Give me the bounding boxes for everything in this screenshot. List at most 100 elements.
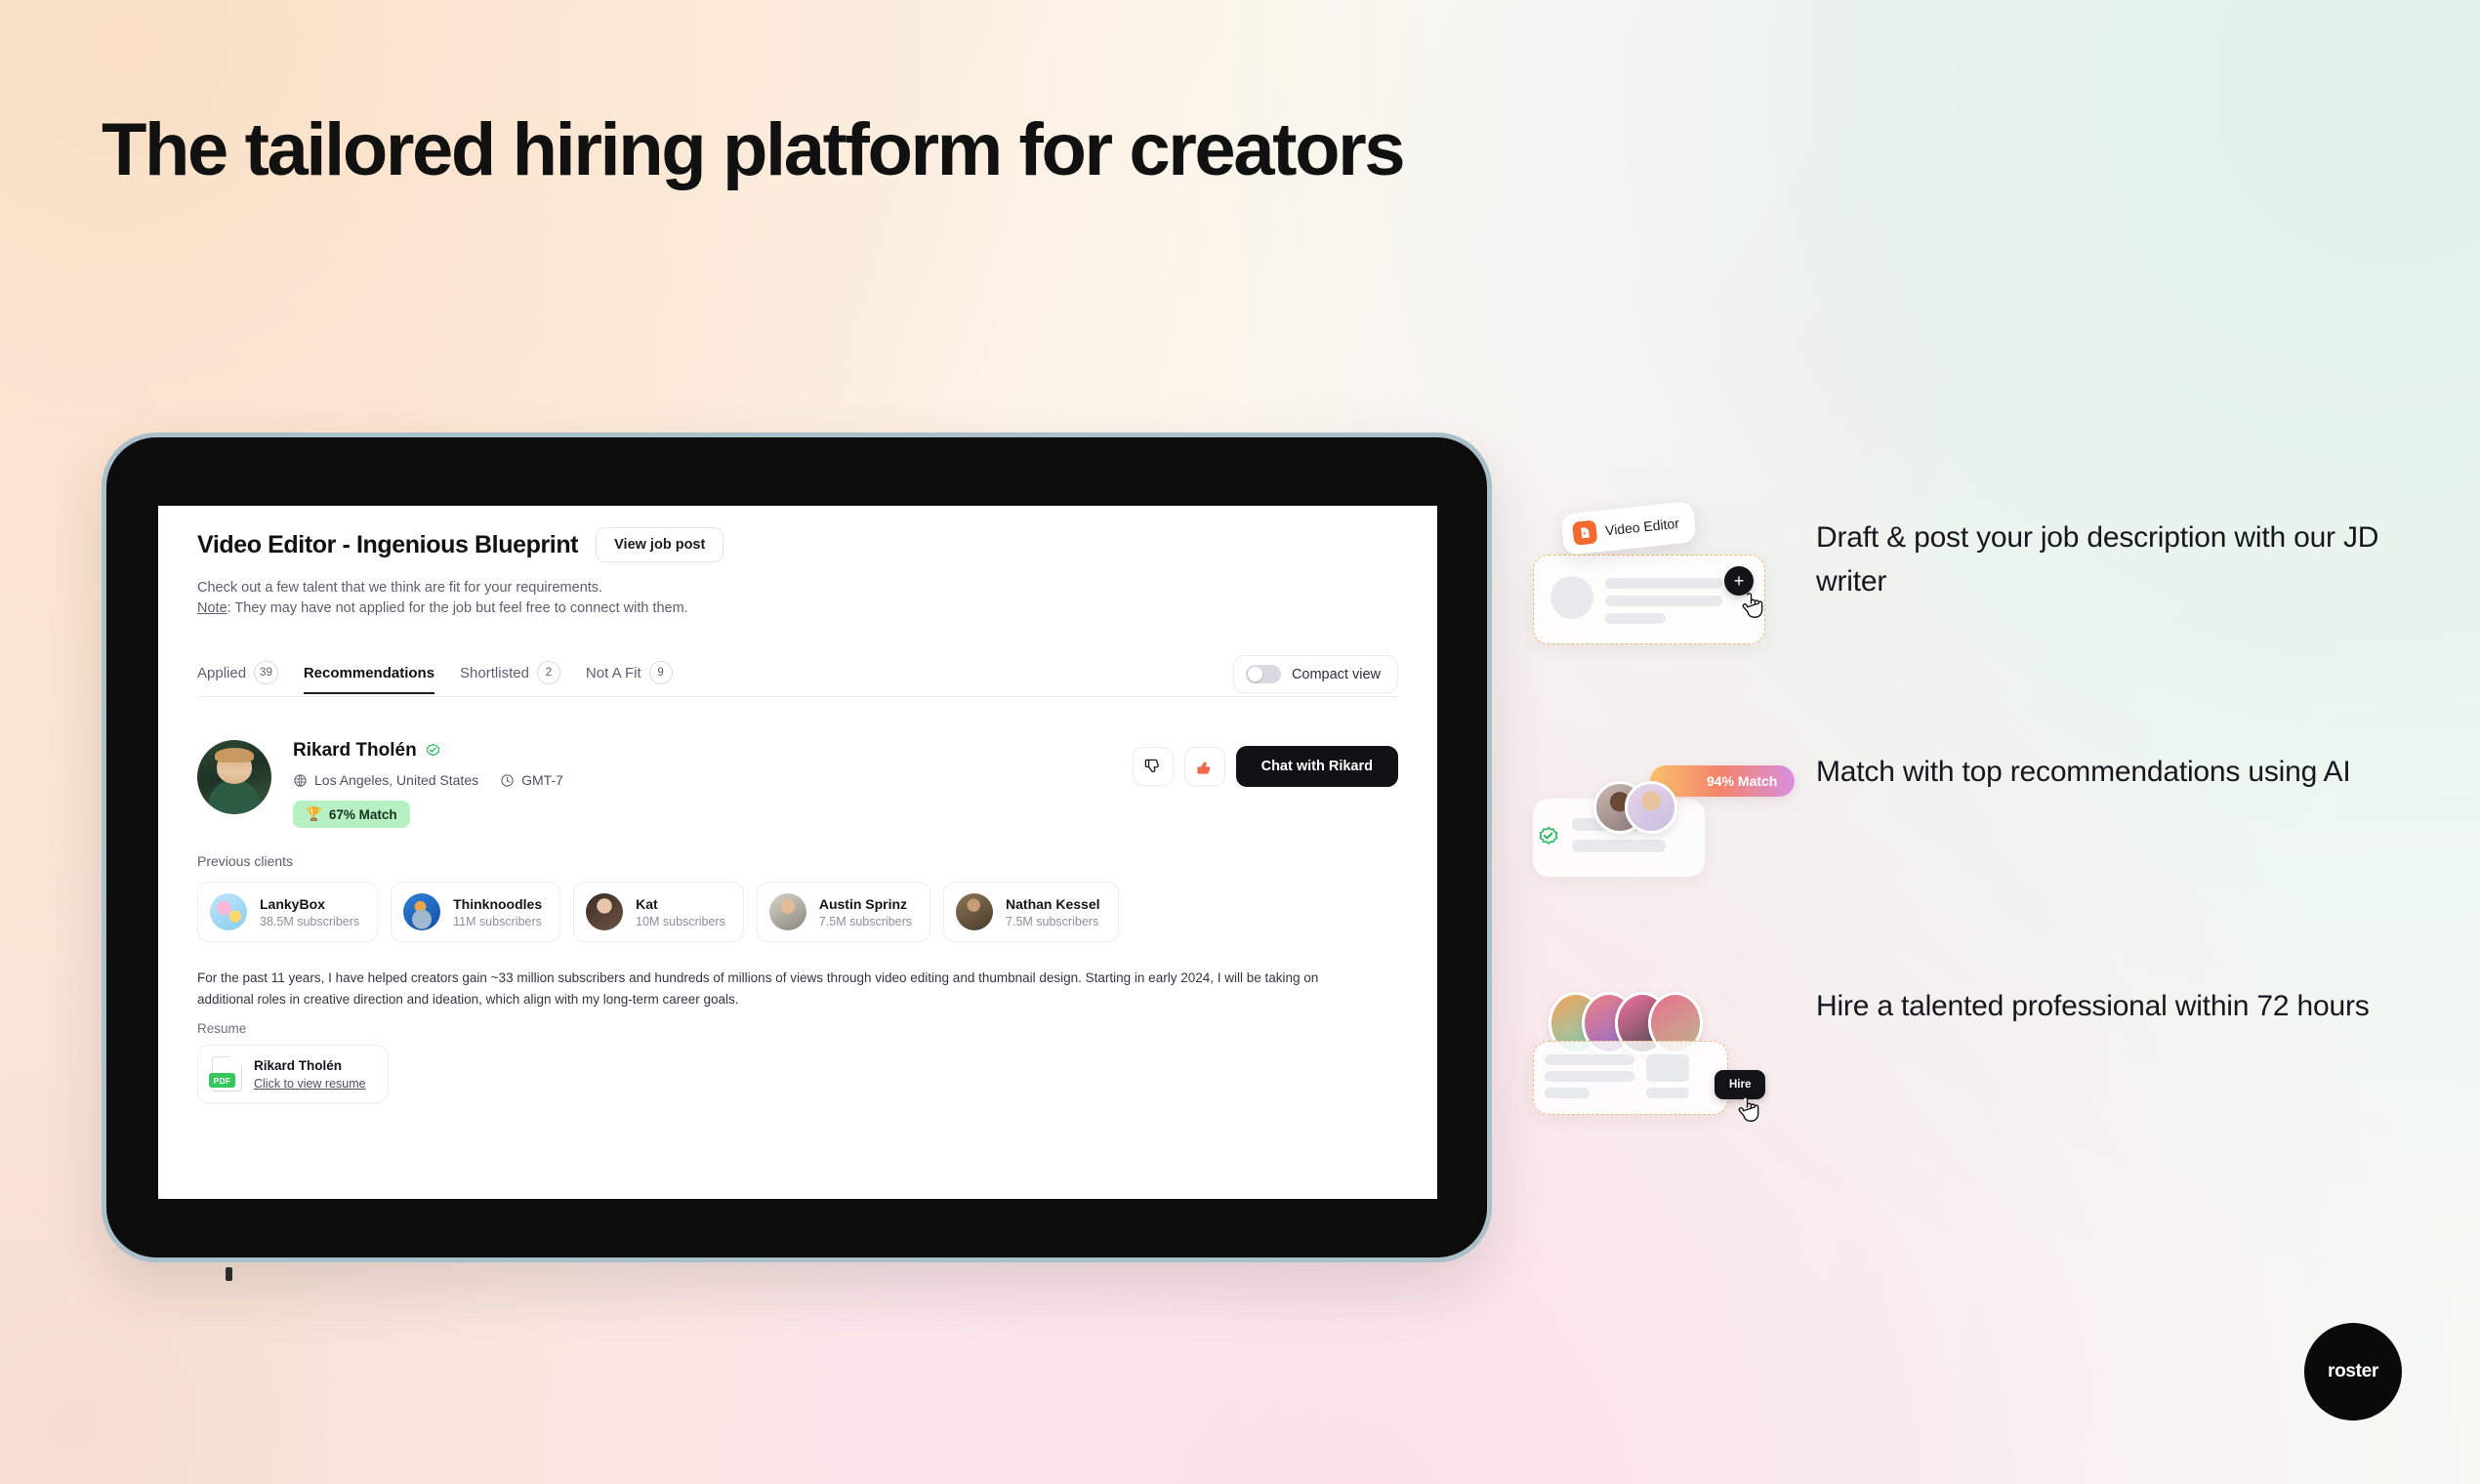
client-avatar [210,893,247,931]
client-name: Nathan Kessel [1006,895,1100,912]
resume-label: Resume [197,1021,247,1037]
ghost-bar [1646,1088,1689,1098]
client-name: Kat [636,895,658,912]
feature-3-visual: Hire [1533,976,1787,1123]
client-name: LankyBox [260,895,325,912]
job-subtitle: Check out a few talent that we think are… [197,580,603,596]
match-badge: 🏆 67% Match [293,801,410,829]
client-avatar [403,893,441,931]
client-subscribers: 11M subscribers [453,914,542,928]
switch-knob [1247,667,1262,682]
feature-match-ai: 94% Match Match with top recommendations… [1533,742,2441,976]
thumbs-down-icon [1144,759,1159,773]
view-job-post-button[interactable]: View job post [596,527,724,562]
client-avatar [768,893,806,931]
candidate-name: Rikard Tholén [293,740,417,762]
roster-logo-text: roster [2327,1361,2379,1381]
tab-recommendations-label: Recommendations [303,664,435,681]
candidate-meta: Los Angeles, United States GMT-7 [293,772,1133,788]
pdf-badge-label: PDF [209,1073,235,1089]
tab-shortlisted-label: Shortlisted [460,664,529,681]
tab-applied-label: Applied [197,664,247,681]
verified-check-icon [1539,826,1558,845]
ghost-bar [1605,596,1722,606]
resume-owner-name: Rikard Tholén [254,1057,343,1073]
tab-applied[interactable]: Applied 39 [197,661,278,697]
candidate-actions: Chat with Rikard [1132,746,1398,788]
hand-cursor-icon [1742,593,1763,618]
ghost-bar [1545,1088,1590,1098]
tab-not-a-fit-label: Not A Fit [585,664,641,681]
client-subscribers: 7.5M subscribers [1006,914,1099,928]
ghost-bar [1572,840,1666,852]
page-title: Video Editor - Ingenious Blueprint [197,530,579,558]
candidate-bio: For the past 11 years, I have helped cre… [197,970,1319,1008]
compact-view-label: Compact view [1291,666,1381,682]
tablet-mockup: Video Editor - Ingenious Blueprint View … [102,433,1492,1281]
face-avatar [1625,781,1677,834]
chat-with-candidate-button[interactable]: Chat with Rikard [1235,746,1398,788]
note-label: Note [197,600,227,617]
feature-2-visual: 94% Match [1533,742,1796,888]
ghost-bar [1646,1054,1689,1082]
client-avatar [956,893,994,931]
view-resume-link[interactable]: Click to view resume [254,1077,366,1091]
thumbs-up-button[interactable] [1183,747,1225,787]
feature-draft-post: Video Editor + Draft & post your job des… [1533,501,2441,742]
feature-list: Video Editor + Draft & post your job des… [1533,501,2441,1211]
tab-applied-count: 39 [254,661,278,685]
client-subscribers: 7.5M subscribers [818,914,913,928]
candidate-name-row: Rikard Tholén [293,740,1133,762]
ghost-bar [1545,1054,1634,1065]
roster-logo: roster [2304,1323,2402,1421]
page-headline: The tailored hiring platform for creator… [102,108,1406,191]
video-file-icon [1572,519,1598,546]
tablet-screen: Video Editor - Ingenious Blueprint View … [158,506,1437,1199]
client-card[interactable]: Nathan Kessel 7.5M subscribers [943,882,1119,943]
tab-shortlisted[interactable]: Shortlisted 2 [460,661,560,697]
video-editor-chip[interactable]: Video Editor [1560,501,1697,556]
note-text: : They may have not applied for the job … [227,600,688,617]
tablet-side-button [226,1267,232,1281]
globe-icon [294,774,307,787]
client-card[interactable]: Austin Sprinz 7.5M subscribers [756,882,931,943]
job-note: Note: They may have not applied for the … [197,600,1398,616]
ghost-bar [1605,578,1722,589]
candidate-info: Rikard Tholén Los Angeles, United States… [293,740,1133,829]
feature-3-text: Hire a talented professional within 72 h… [1816,990,2370,1022]
candidate-location: Los Angeles, United States [293,772,478,788]
trophy-icon: 🏆 [306,806,322,822]
client-subscribers: 38.5M subscribers [260,914,360,928]
tabs-bar: Applied 39 Recommendations Shortlisted 2… [197,655,1398,697]
plus-icon: + [1733,571,1745,591]
compact-view-switch[interactable] [1245,665,1281,684]
feature-1-visual: Video Editor + [1533,501,1787,654]
client-card[interactable]: Thinknoodles 11M subscribers [391,882,561,943]
candidate-location-text: Los Angeles, United States [314,772,479,789]
client-avatar [586,893,624,931]
ghost-bar [1545,1071,1634,1082]
client-subscribers: 10M subscribers [636,914,725,928]
tab-not-a-fit[interactable]: Not A Fit 9 [586,661,673,697]
ghost-bar [1605,613,1666,624]
tab-recommendations[interactable]: Recommendations [303,664,435,694]
verified-badge-icon [426,743,439,757]
thumbs-down-button[interactable] [1132,747,1174,787]
client-card[interactable]: Kat 10M subscribers [573,882,744,943]
feature-hire-fast: Hire Hire a talented professional within… [1533,976,2441,1211]
client-name: Austin Sprinz [818,895,908,912]
feature-1-text: Draft & post your job description with o… [1816,521,2379,598]
candidate-timezone: GMT-7 [500,772,563,788]
feature-2-text: Match with top recommendations using AI [1816,756,2351,788]
candidate-timezone-text: GMT-7 [521,772,563,789]
previous-clients-label: Previous clients [197,853,294,870]
client-card[interactable]: LankyBox 38.5M subscribers [197,882,379,943]
tab-list: Applied 39 Recommendations Shortlisted 2… [197,661,673,697]
compact-view-toggle[interactable]: Compact view [1232,655,1398,694]
hand-cursor-icon [1738,1096,1759,1122]
candidate-card: Rikard Tholén Los Angeles, United States… [197,740,1398,829]
tab-not-a-fit-count: 9 [648,661,673,685]
resume-card[interactable]: PDF Rikard Tholén Click to view resume [197,1045,389,1104]
tab-shortlisted-count: 2 [536,661,560,685]
client-name: Thinknoodles [453,895,543,912]
